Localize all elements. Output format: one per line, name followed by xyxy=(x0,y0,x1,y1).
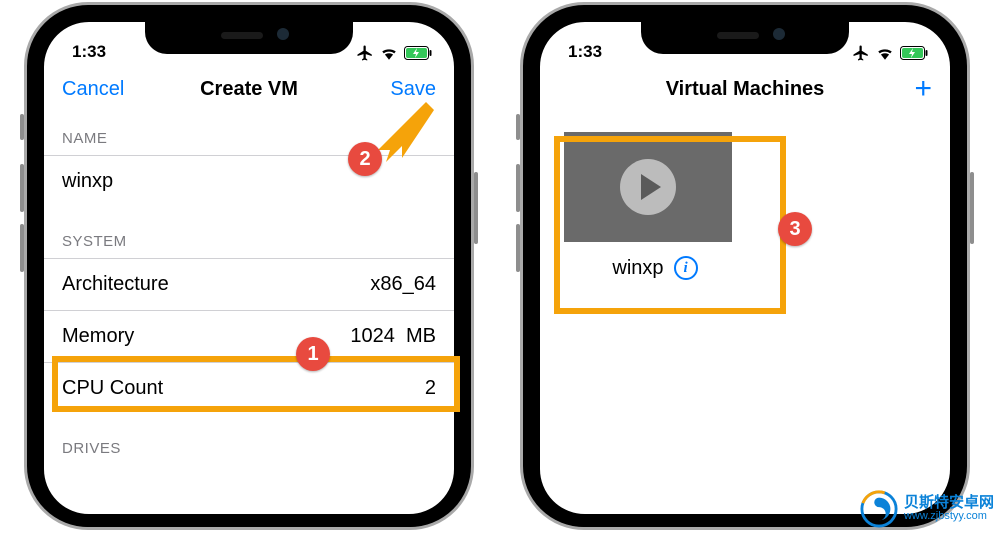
memory-row[interactable]: Memory 1024 MB xyxy=(44,310,454,362)
wifi-icon xyxy=(876,46,894,60)
watermark-text-cn: 贝斯特安卓网 xyxy=(904,495,994,511)
memory-unit: MB xyxy=(406,325,436,347)
status-bar: 1:33 xyxy=(540,22,950,66)
watermark-text-en: www.zjbstyy.com xyxy=(904,511,994,523)
watermark: 贝斯特安卓网 www.zjbstyy.com xyxy=(860,490,994,528)
cancel-button[interactable]: Cancel xyxy=(62,78,124,101)
nav-bar: Virtual Machines + xyxy=(540,66,950,112)
add-vm-button[interactable]: + xyxy=(914,79,932,99)
watermark-logo-icon xyxy=(860,490,898,528)
battery-charging-icon xyxy=(900,46,928,60)
vm-name-label: winxp xyxy=(612,257,663,280)
cpu-value: 2 xyxy=(425,377,436,400)
vm-name-value: winxp xyxy=(62,170,113,193)
side-button xyxy=(970,172,974,244)
airplane-mode-icon xyxy=(852,44,870,62)
page-title: Virtual Machines xyxy=(540,78,950,101)
play-icon xyxy=(620,159,676,215)
vm-tile[interactable]: winxp i xyxy=(564,132,764,280)
vm-thumbnail[interactable] xyxy=(564,132,732,242)
status-bar: 1:33 xyxy=(44,22,454,66)
wifi-icon xyxy=(380,46,398,60)
battery-charging-icon xyxy=(404,46,432,60)
cpu-label: CPU Count xyxy=(62,377,163,400)
cpu-count-row[interactable]: CPU Count 2 xyxy=(44,362,454,414)
phone-right: 1:33 Virtual Ma xyxy=(520,2,970,530)
section-header-system: SYSTEM xyxy=(44,207,454,258)
architecture-label: Architecture xyxy=(62,273,169,296)
annotation-1: 1 xyxy=(296,337,330,371)
phone-left: 1:33 Cancel Crea xyxy=(24,2,474,530)
architecture-value: x86_64 xyxy=(370,273,436,296)
memory-value: 1024 xyxy=(350,325,395,347)
status-time: 1:33 xyxy=(568,42,602,62)
memory-label: Memory xyxy=(62,325,134,348)
airplane-mode-icon xyxy=(356,44,374,62)
section-header-drives: DRIVES xyxy=(44,414,454,465)
architecture-row[interactable]: Architecture x86_64 xyxy=(44,258,454,310)
side-button xyxy=(474,172,478,244)
status-time: 1:33 xyxy=(72,42,106,62)
annotation-2: 2 xyxy=(348,142,382,176)
info-icon[interactable]: i xyxy=(674,256,698,280)
annotation-3: 3 xyxy=(778,212,812,246)
